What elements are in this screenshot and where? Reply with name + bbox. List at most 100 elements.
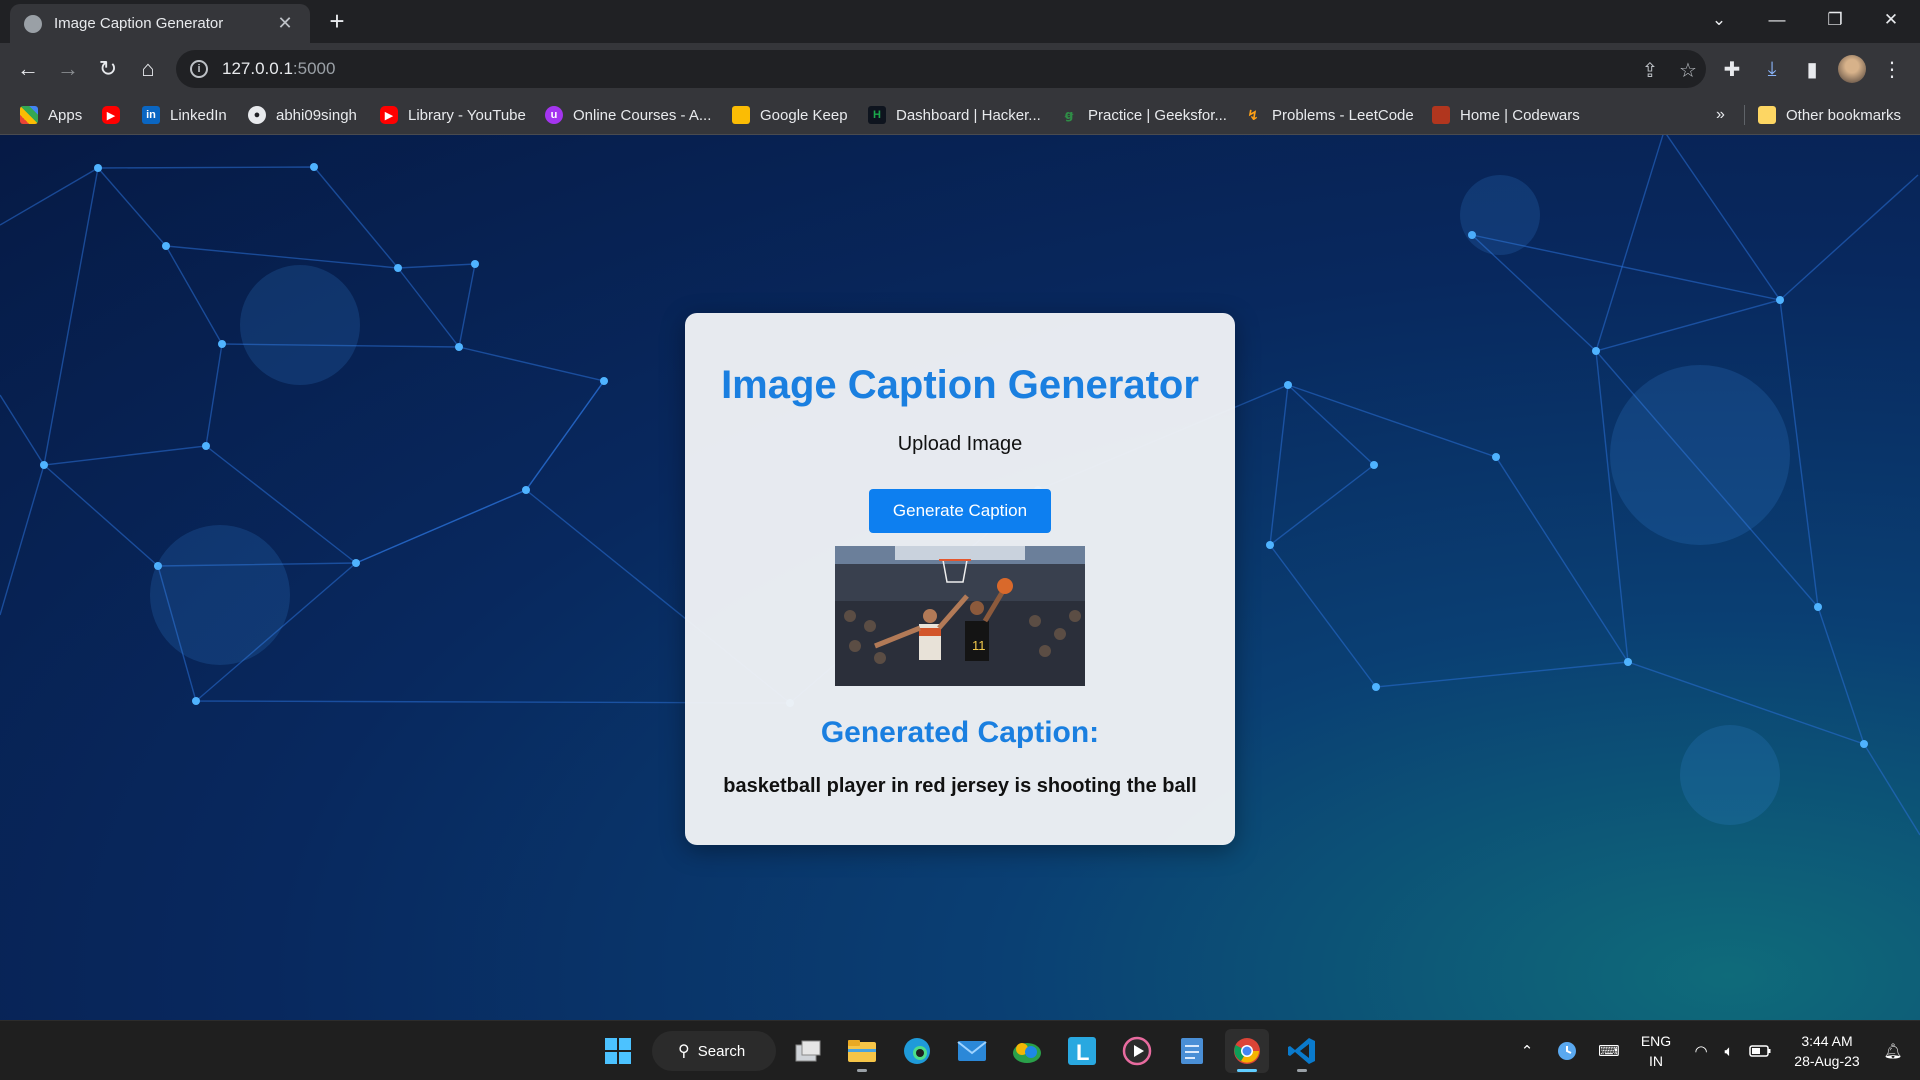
mail-icon[interactable]	[950, 1029, 994, 1073]
clock-date-text: 28-Aug-23	[1794, 1053, 1860, 1069]
github-icon: ●	[248, 106, 266, 124]
tab-title: Image Caption Generator	[54, 15, 224, 32]
bookmark-star-icon[interactable]: ☆	[1676, 58, 1700, 82]
notepad-icon[interactable]	[1170, 1029, 1214, 1073]
bookmark-label: Problems - LeetCode	[1272, 106, 1414, 124]
battery-icon[interactable]	[1746, 1021, 1774, 1080]
bookmarks-bar: Apps ▶ in LinkedIn ● abhi09singh ▶ Libra…	[0, 95, 1920, 135]
generated-caption-text: basketball player in red jersey is shoot…	[723, 775, 1197, 797]
extensions-puzzle-icon[interactable]: ✚	[1716, 53, 1748, 85]
bookmark-apps[interactable]: Apps	[20, 95, 82, 135]
address-bar[interactable]: i 127.0.0.1 :5000 ⇪ ☆	[176, 50, 1706, 88]
other-bookmarks-folder[interactable]: Other bookmarks	[1758, 95, 1901, 135]
bookmark-online-courses[interactable]: u Online Courses - A...	[545, 95, 711, 135]
bookmark-library-youtube[interactable]: ▶ Library - YouTube	[380, 95, 526, 135]
new-tab-button[interactable]: +	[322, 6, 352, 36]
share-icon[interactable]: ⇪	[1638, 58, 1662, 82]
basketball-photo: 11	[835, 546, 1085, 686]
bookmark-label: Online Courses - A...	[573, 106, 712, 124]
gfg-icon: ꞡ	[1064, 108, 1074, 122]
active-window-indicator	[1237, 1069, 1257, 1072]
clock-date[interactable]: 3:44 AM 28-Aug-23	[1782, 1021, 1872, 1080]
youtube-icon: ▶	[380, 106, 398, 124]
bookmark-label: Apps	[48, 106, 83, 124]
leetcode-icon: ↯	[1247, 106, 1259, 123]
bookmark-label: Dashboard | Hacker...	[896, 106, 1041, 124]
minimize-button[interactable]: —	[1748, 0, 1806, 40]
download-icon[interactable]: ⤓	[1756, 53, 1788, 85]
edge-browser-icon[interactable]	[895, 1029, 939, 1073]
back-arrow-icon[interactable]: ←	[12, 53, 44, 85]
youtube-icon: ▶	[102, 106, 120, 124]
volume-icon[interactable]: 🔈︎	[1716, 1021, 1742, 1080]
uploaded-image-preview: 11	[835, 546, 1085, 686]
keep-icon	[732, 106, 750, 124]
site-info-icon[interactable]: i	[190, 60, 208, 78]
file-explorer-icon[interactable]	[840, 1029, 884, 1073]
caption-card: Image Caption Generator Upload Image Gen…	[685, 313, 1235, 845]
clock-app-icon[interactable]	[1552, 1021, 1582, 1080]
windows-taskbar: ⚲ Search L ⌃ ⌨ ENG IN ◠ 🔈︎ 3:44 AM 28-Au…	[0, 1020, 1920, 1080]
chrome-icon[interactable]	[1225, 1029, 1269, 1073]
generate-caption-button[interactable]: Generate Caption	[869, 489, 1051, 533]
search-icon: ⚲	[678, 1043, 690, 1060]
udemy-icon: u	[545, 106, 563, 124]
browser-tab-strip: Image Caption Generator ✕ + ⌄ — ❐ ✕	[0, 0, 1920, 43]
running-indicator	[1297, 1069, 1307, 1072]
restore-button[interactable]: ❐	[1806, 0, 1864, 40]
touch-keyboard-icon[interactable]: ⌨	[1594, 1021, 1624, 1080]
home-icon[interactable]: ⌂	[132, 53, 164, 85]
svg-text:L: L	[1076, 1040, 1089, 1065]
close-tab-icon[interactable]: ✕	[274, 13, 296, 34]
browser-tab[interactable]: Image Caption Generator ✕	[10, 4, 310, 43]
profile-avatar[interactable]	[1838, 55, 1866, 83]
bookmark-google-keep[interactable]: Google Keep	[732, 95, 848, 135]
page-viewport: Image Caption Generator Upload Image Gen…	[0, 135, 1920, 1020]
apps-grid-icon	[20, 106, 38, 124]
more-bookmarks-chevron[interactable]: »	[1716, 95, 1725, 135]
bookmark-geeksforgeeks[interactable]: ꞡ Practice | Geeksfor...	[1060, 95, 1227, 135]
side-panel-icon[interactable]: ▮	[1796, 53, 1828, 85]
notification-bell-icon[interactable]: 🔔︎	[1876, 1021, 1910, 1080]
language-code: ENG	[1640, 1033, 1672, 1049]
page-title: Image Caption Generator	[721, 363, 1199, 407]
running-indicator	[857, 1069, 867, 1072]
forward-arrow-icon[interactable]: →	[52, 53, 84, 85]
address-host: 127.0.0.1	[222, 59, 293, 78]
l-app-icon[interactable]: L	[1060, 1029, 1104, 1073]
globe-icon	[24, 14, 42, 33]
task-view-icon[interactable]	[786, 1029, 830, 1073]
tab-search-chevron-icon[interactable]: ⌄	[1690, 0, 1748, 40]
bookmark-hackerrank[interactable]: H Dashboard | Hacker...	[868, 95, 1041, 135]
svg-text:11: 11	[972, 638, 986, 653]
bookmark-label: Other bookmarks	[1786, 106, 1902, 124]
reload-icon[interactable]: ↻	[92, 53, 124, 85]
search-label: Search	[697, 1042, 746, 1060]
bookmark-youtube[interactable]: ▶	[102, 95, 130, 135]
close-window-button[interactable]: ✕	[1862, 0, 1920, 40]
bookmark-label: abhi09singh	[276, 106, 357, 124]
vscode-icon[interactable]	[1280, 1029, 1324, 1073]
bookmark-label: Practice | Geeksfor...	[1088, 106, 1227, 124]
bookmark-github[interactable]: ● abhi09singh	[248, 95, 357, 135]
start-windows-icon[interactable]	[596, 1029, 640, 1073]
taskbar-search[interactable]: ⚲ Search	[652, 1031, 776, 1071]
caption-heading: Generated Caption:	[820, 716, 1100, 749]
show-hidden-icons-chevron-icon[interactable]: ⌃	[1514, 1021, 1540, 1080]
media-player-icon[interactable]	[1115, 1029, 1159, 1073]
bookmark-label: Library - YouTube	[408, 106, 526, 124]
address-port: :5000	[292, 59, 336, 78]
region-code: IN	[1649, 1053, 1663, 1069]
menu-kebab-icon[interactable]: ⋮	[1876, 53, 1908, 85]
wifi-icon[interactable]: ◠	[1688, 1021, 1714, 1080]
bookmark-label: LinkedIn	[170, 106, 227, 124]
upload-image-input[interactable]: Upload Image	[685, 433, 1235, 456]
bookmark-leetcode[interactable]: ↯ Problems - LeetCode	[1244, 95, 1414, 135]
browser-toolbar: ← → ↻ ⌂ i 127.0.0.1 :5000 ⇪ ☆ ✚ ⤓ ▮ ⋮	[0, 43, 1920, 95]
clock-time: 3:44 AM	[1801, 1033, 1853, 1049]
photos-app-icon[interactable]	[1005, 1029, 1049, 1073]
bookmark-label: Home | Codewars	[1460, 106, 1580, 124]
bookmark-codewars[interactable]: Home | Codewars	[1432, 95, 1580, 135]
bookmark-linkedin[interactable]: in LinkedIn	[142, 95, 227, 135]
input-language-indicator[interactable]: ENG IN	[1630, 1021, 1682, 1080]
